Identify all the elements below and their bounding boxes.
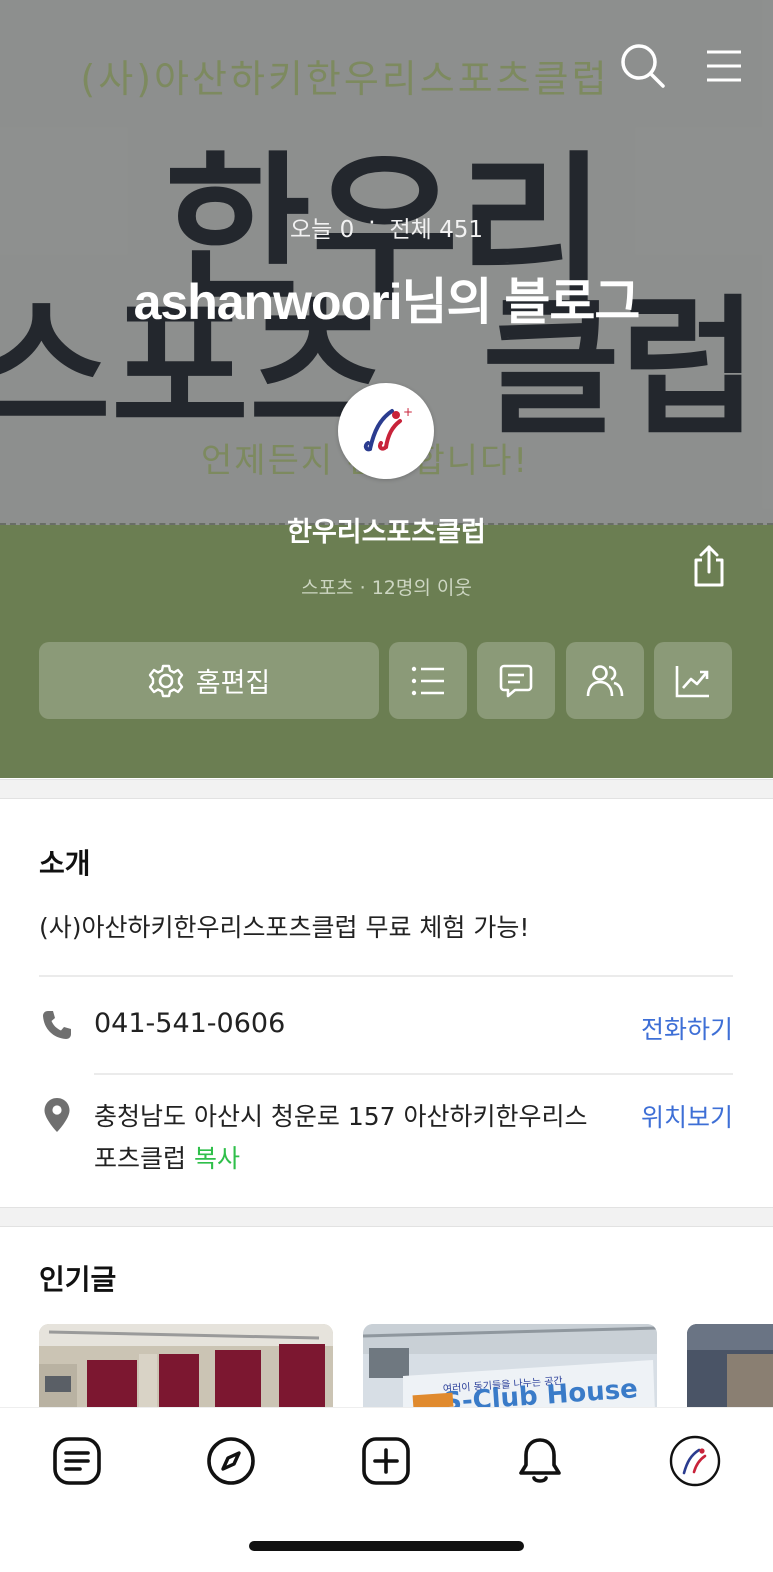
post-list-button[interactable] xyxy=(389,642,467,719)
popular-post-thumb[interactable]: 여러이 동기들을 나누는 공간 S-Club House xyxy=(363,1324,657,1407)
stats-separator: · xyxy=(368,210,376,236)
menu-icon[interactable] xyxy=(698,40,750,92)
address-text: 충청남도 아산시 청운로 157 아산하키한우리스포츠클럽 xyxy=(94,1102,588,1173)
popular-posts-carousel[interactable]: 여러이 동기들을 나누는 공간 S-Club House xyxy=(0,1324,773,1407)
intro-text: (사)아산하키한우리스포츠클럽 무료 체험 가능! xyxy=(39,913,530,942)
today-count: 오늘 0 xyxy=(289,217,355,243)
edit-home-label: 홈편집 xyxy=(195,668,271,699)
neighbors-button[interactable] xyxy=(566,642,644,719)
location-pin-icon xyxy=(40,1098,74,1132)
list-icon xyxy=(411,666,444,695)
intro-heading: 소개 xyxy=(39,847,91,880)
popular-post-thumb[interactable] xyxy=(687,1324,773,1407)
total-count: 전체 451 xyxy=(389,217,484,243)
feed-icon[interactable] xyxy=(50,1434,104,1488)
add-post-icon[interactable] xyxy=(359,1434,413,1488)
comment-icon xyxy=(499,664,533,697)
view-location-button[interactable]: 위치보기 xyxy=(641,1098,733,1134)
phone-number: 041-541-0606 xyxy=(94,1008,286,1039)
profile-avatar[interactable]: + xyxy=(338,383,434,479)
neighbors-icon xyxy=(586,664,624,696)
share-icon[interactable] xyxy=(686,540,732,592)
stats-button[interactable] xyxy=(654,642,732,719)
comments-button[interactable] xyxy=(477,642,555,719)
club-meta: 스포츠 · 12명의 이웃 xyxy=(301,577,472,599)
svg-text:+: + xyxy=(403,405,413,419)
edit-home-button[interactable]: 홈편집 xyxy=(39,642,379,719)
compass-icon[interactable] xyxy=(204,1434,258,1488)
visitor-stats: 오늘 0 · 전체 451 xyxy=(0,210,773,244)
blog-title: ashanwoori님의 블로그 xyxy=(133,274,641,330)
club-name: 한우리스포츠클럽 xyxy=(287,517,486,548)
bell-icon[interactable] xyxy=(513,1434,567,1488)
phone-icon xyxy=(40,1008,74,1042)
address-block: 충청남도 아산시 청운로 157 아산하키한우리스포츠클럽 복사 xyxy=(94,1096,604,1180)
stats-icon xyxy=(675,665,709,697)
profile-avatar-icon[interactable] xyxy=(668,1434,722,1488)
home-indicator xyxy=(249,1541,524,1551)
popular-post-thumb[interactable] xyxy=(39,1324,333,1407)
club-logo-icon: + xyxy=(363,405,413,452)
copy-address-button[interactable]: 복사 xyxy=(194,1144,240,1173)
search-icon[interactable] xyxy=(617,40,669,92)
gear-icon xyxy=(148,664,183,697)
popular-heading: 인기글 xyxy=(39,1263,117,1296)
call-button[interactable]: 전화하기 xyxy=(641,1010,733,1046)
